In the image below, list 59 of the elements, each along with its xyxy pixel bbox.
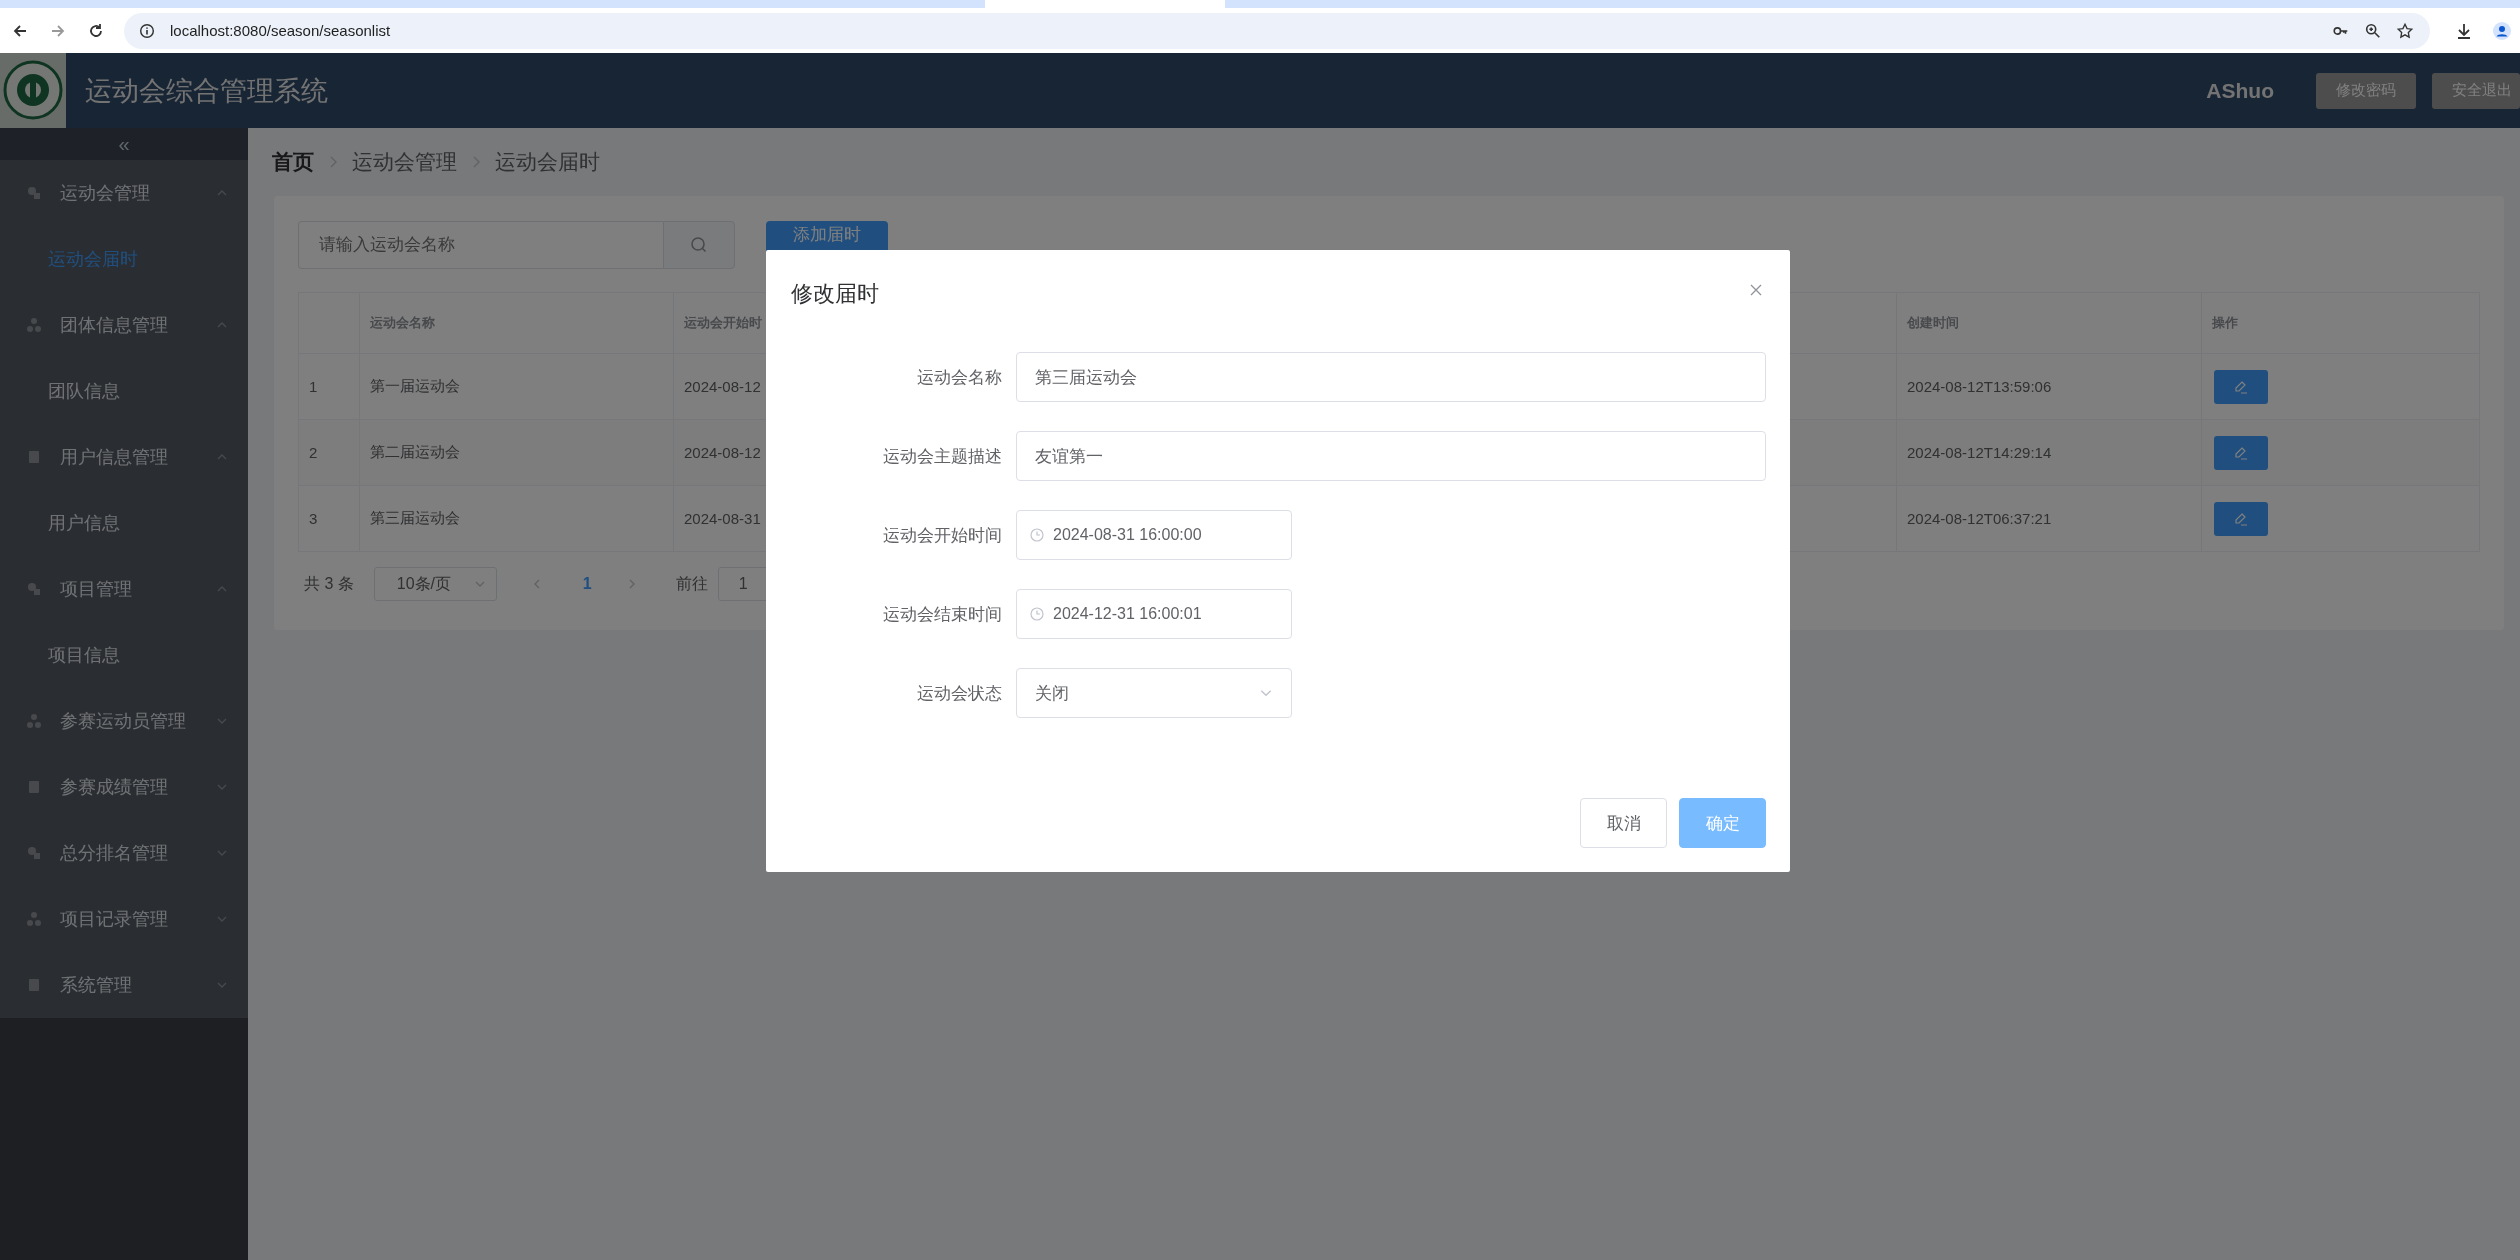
group-icon xyxy=(26,317,42,333)
search-field[interactable]: 请输入运动会名称 xyxy=(298,221,663,269)
chevron-icon xyxy=(328,155,338,169)
table-cell: 第三届运动会 xyxy=(359,486,673,551)
page-number[interactable]: 1 xyxy=(582,575,592,593)
info-icon[interactable] xyxy=(138,21,156,40)
clock-icon xyxy=(1029,606,1045,622)
row-number: 3 xyxy=(308,509,319,529)
menu-item[interactable]: 用户信息 xyxy=(0,490,248,556)
address-bar[interactable]: localhost:8080/season/seasonlist xyxy=(124,12,2430,49)
menu-group[interactable]: 参赛运动员管理 xyxy=(0,688,248,754)
edit-button[interactable] xyxy=(2214,369,2268,404)
menu-item[interactable]: 团队信息 xyxy=(0,358,248,424)
menu-group[interactable]: 参赛成绩管理 xyxy=(0,754,248,820)
table-cell: 第二届运动会 xyxy=(359,420,673,485)
collapse-button[interactable]: « xyxy=(0,128,248,160)
menu-group[interactable]: 用户信息管理 xyxy=(0,424,248,490)
edit-button[interactable] xyxy=(2214,501,2268,536)
menu-group[interactable]: 系统管理 xyxy=(0,952,248,1018)
app-title: 运动会综合管理系统 xyxy=(85,74,328,108)
profile-icon[interactable] xyxy=(2492,20,2512,41)
table-cell: 2024-08-12T06:37:21 xyxy=(1896,486,2201,551)
zoom-icon[interactable] xyxy=(2364,21,2382,40)
row-number: 1 xyxy=(308,377,319,397)
table-cell: 2024-08-12T14:29:14 xyxy=(1896,420,2201,485)
field-label: 运动会开始时间 xyxy=(882,524,1003,547)
menu-group[interactable]: 总分排名管理 xyxy=(0,820,248,886)
field-label: 运动会主题描述 xyxy=(882,445,1003,468)
user-name: AShuo xyxy=(2206,78,2274,103)
total-count: 共 3 条 xyxy=(304,573,354,594)
breadcrumb-item[interactable]: 运动会届时 xyxy=(495,148,600,176)
search-icon xyxy=(689,235,709,255)
cancel-button[interactable]: 取消 xyxy=(1580,798,1667,848)
breadcrumb-item[interactable]: 运动会管理 xyxy=(352,148,457,176)
field-label: 运动会结束时间 xyxy=(882,603,1003,626)
datetime-field[interactable]: 2024-08-31 16:00:00 xyxy=(1016,510,1292,560)
breadcrumb-item[interactable]: 首页 xyxy=(272,148,314,176)
menu-group[interactable]: 项目管理 xyxy=(0,556,248,622)
url-text: localhost:8080/season/seasonlist xyxy=(170,22,391,39)
datetime-field[interactable]: 2024-12-31 16:00:01 xyxy=(1016,589,1292,639)
edit-button[interactable] xyxy=(2214,435,2268,470)
clock-icon xyxy=(1029,527,1045,543)
goto-label: 前往 xyxy=(675,573,708,594)
confirm-button[interactable]: 确定 xyxy=(1679,798,1766,848)
field-label: 运动会状态 xyxy=(916,682,1003,705)
text-field[interactable]: 友谊第一 xyxy=(1016,431,1766,481)
menu-group[interactable]: 团体信息管理 xyxy=(0,292,248,358)
text-field[interactable]: 第三届运动会 xyxy=(1016,352,1766,402)
menu-group[interactable]: 项目记录管理 xyxy=(0,886,248,952)
menu-item[interactable]: 项目信息 xyxy=(0,622,248,688)
page-size-select[interactable]: 10条/页 xyxy=(373,567,497,601)
star-icon[interactable] xyxy=(2396,21,2414,40)
chevron-icon xyxy=(471,155,481,169)
menu-item[interactable]: 运动会届时 xyxy=(0,226,248,292)
menu-group[interactable]: 运动会管理 xyxy=(0,160,248,226)
row-number: 2 xyxy=(308,443,319,463)
status-select[interactable]: 关闭 xyxy=(1016,668,1292,718)
field-label: 运动会名称 xyxy=(916,366,1003,389)
close-icon[interactable] xyxy=(1748,282,1764,298)
